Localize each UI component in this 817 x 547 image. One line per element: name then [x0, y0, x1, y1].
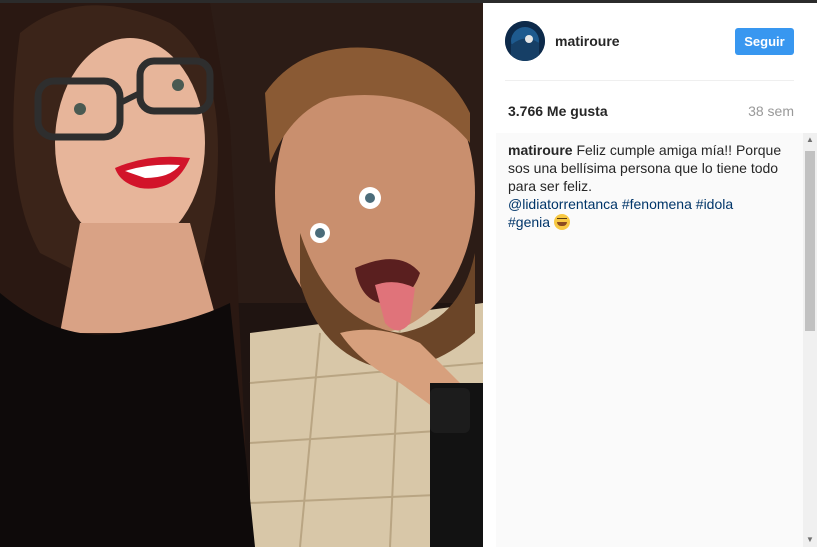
- caption-author[interactable]: matiroure: [508, 142, 573, 158]
- post-header: matiroure Seguir: [483, 3, 817, 80]
- post-details-panel: matiroure Seguir 3.766 Me gusta 38 sem m…: [483, 3, 817, 547]
- hashtag-link[interactable]: #idola: [696, 196, 733, 212]
- selfie-photo-illustration: [0, 3, 483, 547]
- comments-area: matiroure Feliz cumple amiga mía!! Porqu…: [496, 133, 804, 547]
- follow-button[interactable]: Seguir: [735, 28, 794, 55]
- scroll-down-arrow-icon[interactable]: ▼: [803, 533, 817, 547]
- grinning-squinting-face-icon: [553, 214, 570, 230]
- post-stats: 3.766 Me gusta 38 sem: [483, 93, 817, 123]
- mention-link[interactable]: @lidiatorrentanca: [508, 196, 618, 212]
- post-username[interactable]: matiroure: [555, 33, 620, 49]
- scroll-thumb[interactable]: [805, 151, 815, 331]
- scroll-up-arrow-icon[interactable]: ▲: [803, 133, 817, 147]
- comments-scrollbar[interactable]: ▲ ▼: [803, 133, 817, 547]
- header-divider: [505, 80, 794, 81]
- hashtag-link[interactable]: #genia: [508, 214, 550, 230]
- hashtag-link[interactable]: #fenomena: [622, 196, 692, 212]
- post-age[interactable]: 38 sem: [748, 103, 794, 119]
- avatar-image: [505, 21, 545, 61]
- caption: matiroure Feliz cumple amiga mía!! Porqu…: [508, 141, 788, 231]
- likes-count[interactable]: 3.766 Me gusta: [508, 103, 608, 119]
- post-photo[interactable]: [0, 3, 483, 547]
- avatar[interactable]: [505, 21, 545, 61]
